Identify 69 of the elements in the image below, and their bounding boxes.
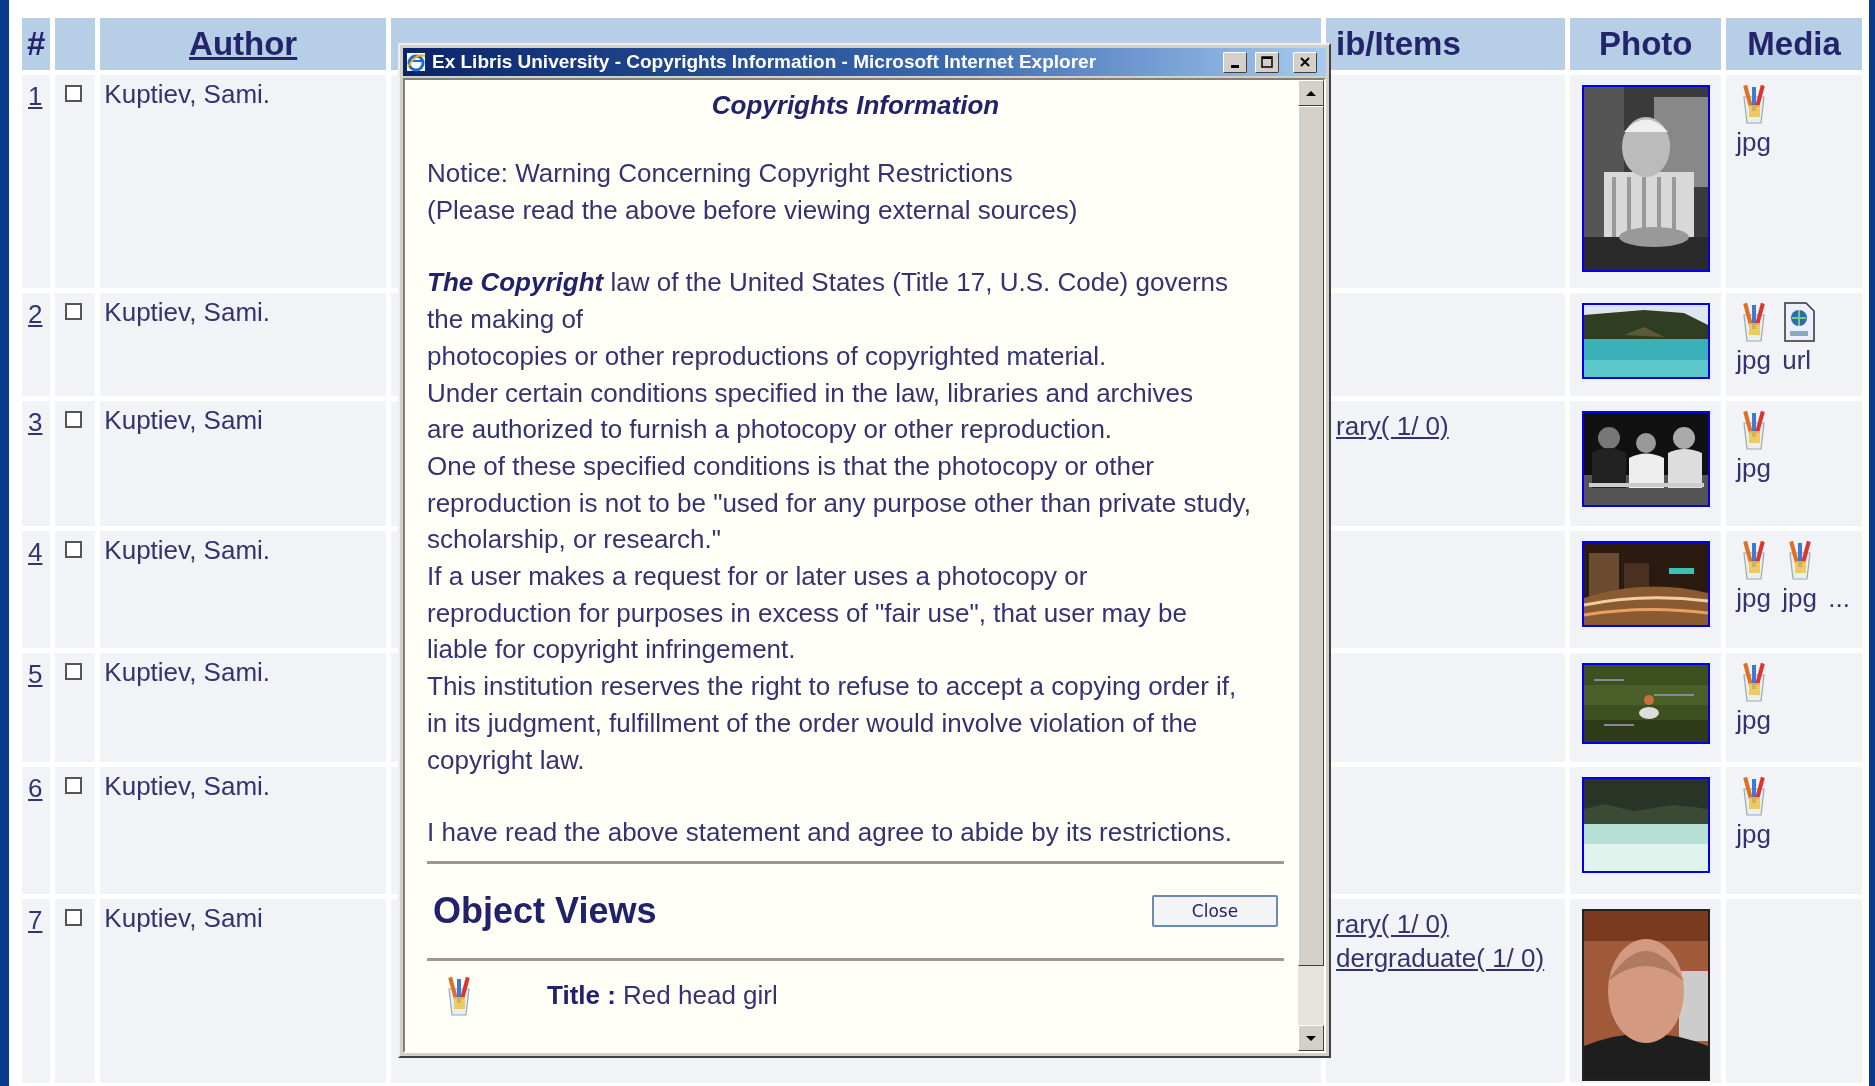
checkbox[interactable] [65,663,83,680]
copyright-text: reproduction for purposes in excess of "fair use", that user may be [427,596,1188,630]
row-number-link[interactable]: 2 [28,299,43,330]
media-link[interactable]: jpg [1736,451,1771,485]
maximize-icon [1261,56,1273,68]
browser-icon [406,52,426,72]
media-link[interactable]: jpg [1736,581,1771,615]
checkbox[interactable] [65,411,83,428]
copyright-text: If a user makes a request for or later uses a photocopy or [427,560,1089,594]
checkbox[interactable] [65,85,83,102]
checkbox[interactable] [65,541,83,558]
minimize-icon [1231,64,1239,68]
copyright-text: liable for copyright infringement. [427,633,797,667]
scrollbar[interactable] [1298,80,1324,1051]
scroll-up-icon [1305,88,1317,98]
copyright-text: the making of [427,303,585,337]
copyright-text: Under certain conditions specified in the law, libraries and archives [427,376,1194,410]
author-name: Kuptiev, Sami. [104,297,271,328]
row-number-link[interactable]: 7 [28,905,43,936]
author-name: Kuptiev, Sami [104,405,263,436]
notice-text: Notice: Warning Concerning Copyright Restrictions [427,157,1014,190]
copyright-text: reproduction is not to be "used for any purpose other than private study, [427,486,1252,520]
row-number-link[interactable]: 3 [28,407,43,438]
minimize-button[interactable] [1223,51,1247,73]
copyright-text: are authorized to furnish a photocopy or other reproduction. [427,413,1114,447]
copyright-text: in its judgment, fulfillment of the order would involve violation of the [427,706,1199,740]
column-header: # [26,25,46,62]
close-button[interactable] [1293,51,1317,73]
author-name: Kuptiev, Sami. [104,657,271,688]
row-number-link[interactable]: 5 [28,659,43,690]
media-link[interactable]: jpg [1782,581,1817,615]
column-header: ib/Items [1336,25,1461,62]
author-name: Kuptiev, Sami. [104,79,271,110]
globe-document-icon [1782,301,1818,343]
row-number-link[interactable]: 4 [28,537,43,568]
window-title: Ex Libris University - Copyrights Information - Microsoft Internet Explorer [432,51,1098,73]
copyright-text: The Copyright law of the United States (Title 17, U.S. Code) governs [427,266,1229,300]
copyright-text: This institution reserves the right to refuse to accept a copying order if, [427,670,1238,704]
object-title: Title : Red head girl [547,980,778,1012]
scroll-down-icon [1305,1033,1317,1043]
more-indicator: ... [1828,582,1850,615]
section-heading: Object Views [433,889,657,932]
author-name: Kuptiev, Sami. [104,535,271,566]
copyright-text: One of these specified conditions is that the photocopy or other [427,449,1155,483]
column-header: Media [1747,25,1841,62]
media-link[interactable]: jpg [1736,343,1771,377]
holdings-link[interactable]: dergraduate( 1/ 0) [1336,941,1566,975]
maximize-button[interactable] [1255,51,1279,73]
checkbox[interactable] [65,303,83,320]
checkbox[interactable] [65,777,83,794]
media-link[interactable]: jpg [1736,125,1771,159]
dialog-heading: Copyrights Information [710,90,1001,121]
checkbox[interactable] [65,909,83,926]
notice-text: (Please read the above before viewing external sources) [427,193,1079,227]
author-name: Kuptiev, Sami. [104,771,271,802]
row-number-link[interactable]: 6 [28,773,43,804]
column-header: Photo [1599,25,1693,62]
holdings-link[interactable]: rary( 1/ 0) [1336,907,1566,941]
media-link[interactable]: url [1782,343,1812,377]
copyright-text: photocopies or other reproductions of copyrighted material. [427,339,1108,373]
author-name: Kuptiev, Sami [104,903,263,934]
close-icon [1299,56,1311,68]
media-link[interactable]: jpg [1736,703,1771,737]
media-link[interactable]: jpg [1736,817,1771,851]
copyright-text: copyright law. [427,743,586,777]
close-button[interactable]: Close [1152,894,1278,927]
copyright-text: scholarship, or research." [427,523,722,557]
agreement-text: I have read the above statement and agree to abide by its restrictions. [427,816,1234,850]
row-number-link[interactable]: 1 [28,81,43,112]
